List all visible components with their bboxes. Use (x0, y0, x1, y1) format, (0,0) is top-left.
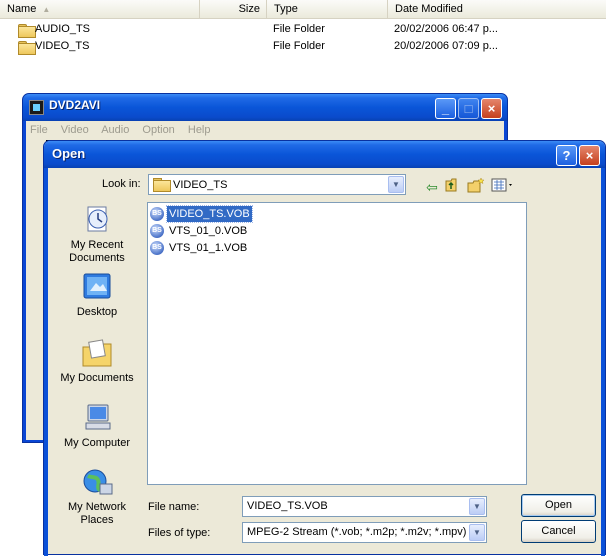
help-button[interactable]: ? (556, 145, 577, 166)
chevron-down-icon[interactable]: ▼ (469, 498, 485, 515)
dialog-frame-right (601, 168, 605, 556)
list-item[interactable]: AUDIO_TS File Folder 20/02/2006 06:47 p.… (0, 21, 606, 38)
menu-video[interactable]: Video (61, 124, 89, 136)
up-folder-icon[interactable] (444, 177, 464, 197)
back-arrow-icon[interactable]: ⇦ (422, 177, 442, 197)
place-my-computer[interactable]: My Computer (52, 402, 142, 450)
file-name-input[interactable]: VIDEO_TS.VOB ▼ (242, 496, 487, 517)
maximize-button[interactable]: □ (458, 98, 479, 119)
column-type[interactable]: Type (267, 0, 388, 19)
column-header-bar: Name ▲ Size Type Date Modified (0, 0, 606, 19)
look-in-label: Look in: (102, 178, 141, 190)
place-my-recent-documents[interactable]: My Recent Documents (52, 204, 142, 265)
folder-icon (18, 41, 36, 55)
close-button[interactable]: × (481, 98, 502, 119)
column-size[interactable]: Size (200, 0, 267, 19)
cancel-button[interactable]: Cancel (521, 520, 596, 543)
network-places-icon (80, 466, 114, 498)
files-of-type-select[interactable]: MPEG-2 Stream (*.vob; *.m2p; *.m2v; *.mp… (242, 522, 487, 543)
vob-file-icon: BS (150, 241, 164, 255)
open-dialog: Open ? × Look in: VIDEO_TS ▼ ⇦ My Recent… (43, 140, 606, 556)
my-documents-icon (80, 337, 114, 369)
menu-help[interactable]: Help (188, 124, 211, 136)
open-dialog-title-bar[interactable]: Open ? × (44, 141, 605, 168)
vob-file-icon: BS (150, 207, 164, 221)
dvd2avi-menu-bar: File Video Audio Option Help (26, 121, 504, 140)
list-item[interactable]: VIDEO_TS File Folder 20/02/2006 07:09 p.… (0, 38, 606, 55)
dialog-close-button[interactable]: × (579, 145, 600, 166)
place-desktop[interactable]: Desktop (52, 271, 142, 319)
menu-audio[interactable]: Audio (101, 124, 129, 136)
column-date-modified[interactable]: Date Modified (388, 0, 606, 19)
file-name-label: File name: (148, 501, 200, 513)
column-name[interactable]: Name ▲ (0, 0, 200, 19)
minimize-button[interactable]: _ (435, 98, 456, 119)
dialog-title: Open (52, 146, 86, 161)
place-my-network-places[interactable]: My Network Places (52, 466, 142, 527)
dialog-frame-left (44, 168, 48, 556)
look-in-combo[interactable]: VIDEO_TS ▼ (148, 174, 406, 195)
menu-option[interactable]: Option (142, 124, 174, 136)
place-my-documents[interactable]: My Documents (52, 337, 142, 385)
my-computer-icon (80, 402, 114, 434)
vob-file-icon: BS (150, 224, 164, 238)
desktop-icon (80, 271, 114, 303)
file-list[interactable]: BS VIDEO_TS.VOB BS VTS_01_0.VOB BS VTS_0… (147, 202, 527, 485)
recent-documents-icon (80, 204, 114, 236)
chevron-down-icon[interactable]: ▼ (388, 176, 404, 193)
new-folder-icon[interactable] (466, 177, 486, 197)
sort-arrow-icon: ▲ (42, 5, 51, 14)
folder-icon (18, 24, 36, 38)
open-button[interactable]: Open (521, 494, 596, 517)
menu-file[interactable]: File (30, 124, 48, 136)
maximize-icon: □ (464, 101, 473, 116)
dvd2avi-title: DVD2AVI (49, 98, 101, 112)
dvd2avi-app-icon (29, 100, 44, 115)
view-menu-icon[interactable] (490, 177, 516, 197)
chevron-down-icon[interactable]: ▼ (469, 524, 485, 541)
dvd2avi-title-bar[interactable]: DVD2AVI _ □ × (23, 94, 507, 121)
files-of-type-label: Files of type: (148, 527, 211, 539)
folder-icon (153, 178, 171, 192)
